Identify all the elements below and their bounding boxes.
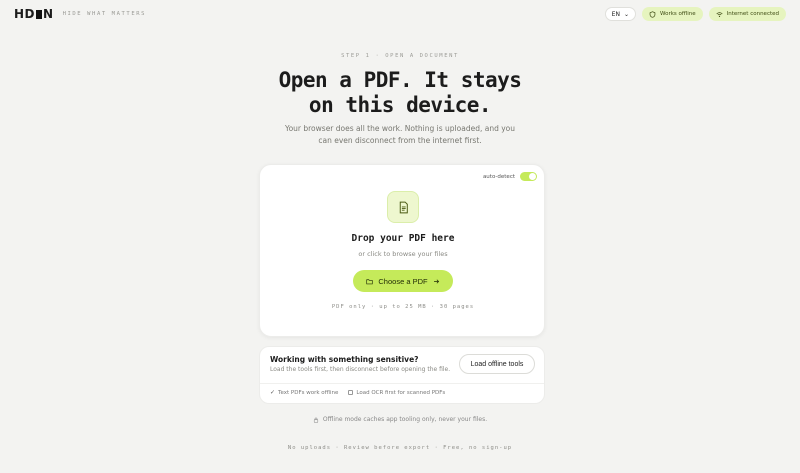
divider: [260, 383, 544, 384]
text-pdfs-offline-item: ✓ Text PDFs work offline: [270, 389, 338, 396]
browse-files-link[interactable]: or click to browse your files: [260, 250, 546, 258]
choose-pdf-label: Choose a PDF: [378, 276, 428, 286]
offline-options: ✓ Text PDFs work offline Load OCR first …: [270, 389, 445, 396]
ocr-checkbox[interactable]: [348, 390, 354, 395]
document-icon: [399, 201, 408, 213]
shield-icon: [649, 10, 656, 18]
title-line-1: Open a PDF. It stays: [278, 68, 522, 92]
sensitive-description: Load the tools first, then disconnect be…: [270, 366, 451, 373]
language-value: EN: [611, 10, 620, 18]
footer-tagline: No uploads · Review before export · Free…: [287, 445, 513, 451]
offline-note-text: Offline mode caches app tooling only, ne…: [322, 416, 488, 423]
upload-dropzone[interactable]: auto-detect Drop your PDF here or click …: [259, 164, 545, 337]
auto-detect-control: auto-detect: [483, 172, 537, 181]
auto-detect-toggle[interactable]: [520, 172, 537, 181]
load-offline-tools-button[interactable]: Load offline tools: [459, 354, 535, 374]
document-icon-tile: [387, 191, 419, 223]
internet-status-badge: Internet connected: [708, 7, 786, 21]
logo[interactable]: HD N: [14, 7, 54, 21]
brand[interactable]: HD N HIDE WHAT MATTERS: [14, 7, 146, 21]
auto-detect-label: auto-detect: [482, 173, 515, 180]
ocr-first-label: Load OCR first for scanned PDFs: [356, 389, 446, 396]
folder-icon: [366, 278, 374, 284]
works-offline-label: Works offline: [659, 11, 696, 17]
toggle-knob: [529, 173, 536, 180]
logo-left: HD: [14, 7, 36, 21]
top-bar: HD N HIDE WHAT MATTERS EN ⌄ Works offline…: [0, 0, 800, 28]
header-controls: EN ⌄ Works offline Internet connected: [604, 7, 786, 21]
page-title: Open a PDF. It stays on this device.: [0, 68, 800, 118]
logo-right: N: [43, 7, 54, 21]
text-pdfs-offline-label: Text PDFs work offline: [278, 389, 339, 396]
arrow-right-icon: [433, 279, 439, 283]
file-limits: PDF only · up to 25 MB · 30 pages: [331, 304, 475, 310]
logo-block: [36, 9, 43, 19]
sensitive-panel: Working with something sensitive? Load t…: [259, 346, 545, 404]
ocr-first-option[interactable]: Load OCR first for scanned PDFs: [348, 389, 445, 396]
internet-status-label: Internet connected: [726, 11, 779, 17]
lock-icon: [313, 417, 318, 423]
check-icon: ✓: [270, 389, 276, 396]
drop-title: Drop your PDF here: [351, 233, 455, 244]
tagline: HIDE WHAT MATTERS: [62, 11, 147, 17]
page-subtitle: Your browser does all the work. Nothing …: [284, 124, 515, 145]
works-offline-badge: Works offline: [641, 7, 703, 21]
wifi-icon: [716, 11, 723, 17]
title-line-2: on this device.: [308, 93, 492, 117]
offline-note: Offline mode caches app tooling only, ne…: [0, 416, 800, 423]
choose-pdf-button[interactable]: Choose a PDF: [353, 270, 453, 292]
step-label: STEP 1 · OPEN A DOCUMENT: [341, 53, 459, 59]
chevron-down-icon: ⌄: [623, 10, 629, 18]
sensitive-title: Working with something sensitive?: [270, 355, 419, 364]
language-select[interactable]: EN ⌄: [604, 7, 636, 21]
